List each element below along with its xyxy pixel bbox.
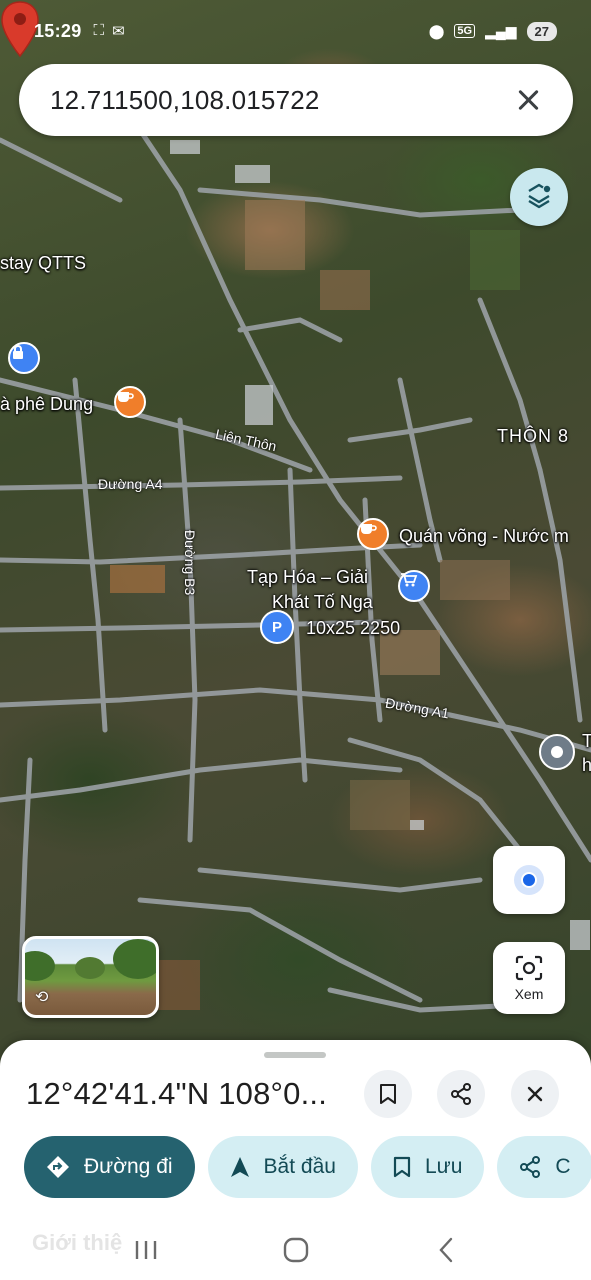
clear-search-icon[interactable]	[511, 83, 545, 117]
map-label-tap-hoa-line2[interactable]: Khát Tố Nga	[272, 592, 373, 613]
bookmark-icon	[393, 1156, 411, 1178]
directions-label: Đường đi	[84, 1155, 173, 1178]
share-icon	[519, 1156, 541, 1178]
tree-shape	[113, 939, 156, 979]
messenger-icon: ✉	[112, 23, 125, 40]
lodging-poi-icon[interactable]	[8, 342, 40, 374]
action-chips: Đường đi Bắt đầu Lưu C	[24, 1136, 591, 1198]
cafe-poi-icon[interactable]	[114, 386, 146, 418]
save-button[interactable]: Lưu	[370, 1136, 485, 1198]
home-icon[interactable]	[276, 1230, 316, 1270]
map-label-quan-vong[interactable]: Quán võng - Nước m	[399, 526, 569, 547]
restaurant-poi-icon[interactable]	[357, 518, 389, 550]
dot-icon	[551, 746, 563, 758]
map-label-stay[interactable]: stay QTTS	[0, 253, 86, 274]
road-label-duong-a4: Đường A4	[98, 476, 163, 492]
location-icon: ⬤	[428, 22, 445, 39]
layers-button[interactable]	[510, 168, 568, 226]
coordinates-title: 12°42'41.4"N 108°0...	[26, 1076, 328, 1111]
parking-p-icon: P	[271, 618, 282, 636]
map-label-edge-line1[interactable]: T	[582, 731, 591, 752]
tree-shape	[75, 957, 105, 979]
back-icon[interactable]	[426, 1230, 466, 1270]
screenshot-icon: ⛶	[93, 22, 105, 39]
my-location-icon	[514, 865, 544, 895]
status-bar: 15:29 ⛶ ✉ ⬤ 5G ▂▄▆ 27	[0, 0, 591, 62]
share-icon	[451, 1083, 471, 1105]
parking-poi-icon[interactable]: P	[260, 610, 294, 644]
share-label: C	[555, 1155, 571, 1178]
lens-button[interactable]: Xem	[493, 942, 565, 1014]
my-location-button[interactable]	[493, 846, 565, 914]
road-label-duong-b3: Đường B3	[182, 530, 198, 596]
share-button[interactable]: C	[497, 1136, 591, 1198]
directions-button[interactable]: Đường đi	[24, 1136, 195, 1198]
close-sheet-button[interactable]	[511, 1070, 559, 1118]
lens-label: Xem	[514, 986, 544, 1002]
sheet-drag-handle[interactable]	[264, 1052, 326, 1058]
system-navigation-bar	[0, 1220, 591, 1280]
network-type: 5G	[454, 24, 476, 38]
save-icon-button[interactable]	[364, 1070, 412, 1118]
notification-icons: ⛶ ✉	[94, 22, 125, 40]
tree-shape	[25, 951, 55, 981]
start-label: Bắt đầu	[263, 1155, 336, 1178]
share-icon-button[interactable]	[437, 1070, 485, 1118]
recent-apps-icon[interactable]	[126, 1230, 166, 1270]
search-input[interactable]: 12.711500,108.015722	[50, 85, 511, 116]
layers-icon	[528, 183, 551, 209]
coffee-cup-icon	[361, 524, 377, 534]
map-label-cafe-dung[interactable]: à phê Dung	[0, 394, 93, 415]
battery-level: 27	[526, 21, 557, 41]
search-bar[interactable]: 12.711500,108.015722	[19, 64, 573, 136]
satellite-map[interactable]: stay QTTS à phê Dung Liên Thôn Đường A4 …	[0, 0, 591, 1080]
coffee-cup-icon	[118, 392, 134, 402]
shopping-cart-icon	[401, 573, 418, 587]
directions-icon	[46, 1155, 70, 1179]
place-bottom-sheet[interactable]: 12°42'41.4"N 108°0... Đường đi Bắt đầu L…	[0, 1040, 591, 1280]
bookmark-icon	[380, 1084, 396, 1104]
start-button[interactable]: Bắt đầu	[207, 1136, 358, 1198]
shopping-cart-poi-icon[interactable]	[398, 570, 430, 602]
system-icons: ⬤ 5G ▂▄▆ 27	[428, 21, 557, 41]
navigation-arrow-icon	[230, 1156, 250, 1178]
lens-camera-icon	[515, 955, 543, 981]
street-view-thumbnail[interactable]: ⟲	[22, 936, 159, 1018]
map-label-tap-hoa-line1[interactable]: Tạp Hóa – Giải	[247, 567, 368, 588]
status-time: 15:29	[34, 20, 82, 41]
save-label: Lưu	[424, 1155, 463, 1178]
map-label-edge-line2[interactable]: h	[582, 755, 591, 776]
place-poi-icon[interactable]	[539, 734, 575, 770]
map-label-thon-8: THÔN 8	[497, 426, 570, 446]
close-icon	[527, 1086, 543, 1102]
signal-icon: ▂▄▆	[485, 22, 517, 39]
map-label-parking[interactable]: 10x25 2250	[306, 618, 400, 639]
rotate-360-icon: ⟲	[35, 989, 49, 1006]
lock-icon	[13, 345, 23, 359]
